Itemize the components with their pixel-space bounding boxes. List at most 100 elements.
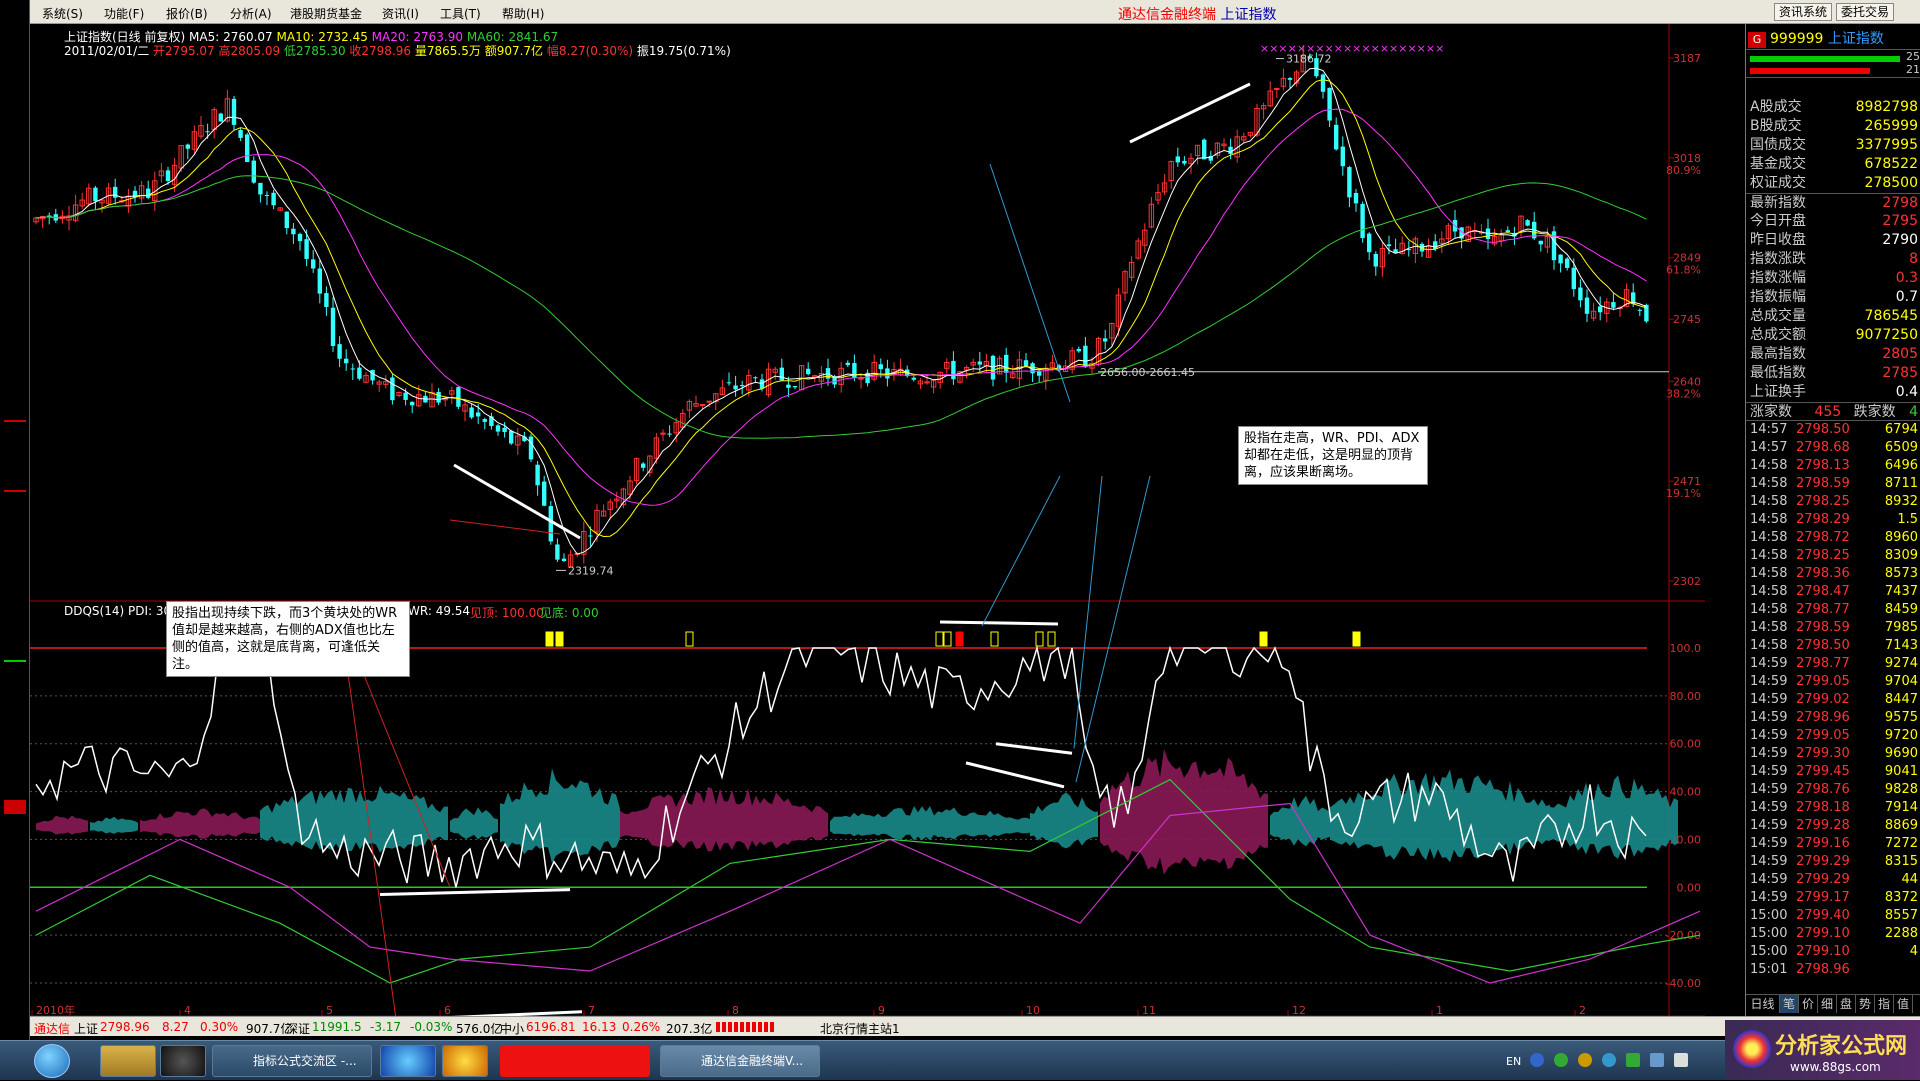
sub-tick-label: 100.0 [1670, 642, 1702, 655]
menu-news[interactable]: 资讯(I) [382, 5, 419, 22]
index-stats: A股成交 8982798 B股成交 265999 国债成交 3377995 基金成交 6785… [1746, 78, 1920, 402]
date-label: 2010年 [36, 1003, 75, 1016]
teal-cloud [260, 785, 448, 853]
strip-marker [4, 420, 26, 422]
panel-tab[interactable]: 日线 [1746, 995, 1780, 1013]
watermark-logo: 分析家公式网 www.88gs.com [1725, 1020, 1920, 1080]
candle-body-down [502, 427, 507, 432]
volume-icon[interactable] [1674, 1053, 1688, 1067]
menu-tools[interactable]: 工具(T) [440, 5, 481, 22]
tray-language[interactable]: EN [1506, 1055, 1521, 1068]
help-icon[interactable] [1530, 1053, 1544, 1067]
menu-analysis[interactable]: 分析(A) [230, 5, 272, 22]
pdi-top-trend [995, 742, 1073, 755]
tick-time: 14:58 [1750, 638, 1788, 653]
tray-icon[interactable] [1554, 1053, 1568, 1067]
panel-tab[interactable]: 值 [1894, 995, 1913, 1013]
taskbar-redacted-window[interactable] [500, 1045, 650, 1077]
status-sz-name: 深证 [286, 1022, 311, 1036]
taskbar-tdx-window[interactable]: 通达信金融终端V... [660, 1045, 820, 1077]
arrow-line [449, 519, 561, 535]
candle-body-down [509, 430, 514, 444]
network-icon[interactable] [1602, 1053, 1616, 1067]
stat-value: 265999 [1864, 118, 1918, 134]
candle-body-down [1347, 167, 1352, 198]
index-name: 上证指数 [1827, 31, 1884, 47]
candle-body-down [1076, 348, 1081, 352]
tick-time: 14:58 [1750, 494, 1788, 509]
menu-quote[interactable]: 报价(B) [166, 5, 208, 22]
signal-block [955, 631, 964, 647]
panel-tab[interactable]: 指 [1875, 995, 1894, 1013]
menu-help[interactable]: 帮助(H) [502, 5, 544, 22]
kline-chart-svg[interactable]: 3187301880.9%284961.8%2745264038.2%24711… [30, 24, 1705, 1016]
tick-volume: 7143 [1884, 638, 1918, 653]
tick-price: 2798.77 [1796, 656, 1850, 671]
candle-body-down [1505, 230, 1510, 233]
menu-hk-futures-funds[interactable]: 港股期货基金 [290, 5, 362, 22]
taskbar-forum-window[interactable]: 指标公式交流区 -... [212, 1045, 372, 1077]
tick-price: 2798.77 [1796, 602, 1850, 617]
start-button[interactable] [34, 1044, 70, 1078]
candle-body-down [753, 377, 758, 379]
news-system-button[interactable]: 资讯系统 [1774, 3, 1833, 21]
status-station[interactable]: 北京行情主站1 [820, 1020, 900, 1036]
shield-icon[interactable] [1626, 1053, 1640, 1067]
stat-label: 国债成交 [1750, 137, 1806, 153]
tick-price: 2799.10 [1796, 944, 1850, 959]
stat-row: 上证换手 0.4 [1746, 383, 1920, 402]
trade-button[interactable]: 委托交易 [1836, 3, 1895, 21]
panel-tab[interactable]: 盘 [1837, 995, 1856, 1013]
candle-body-up [1274, 87, 1280, 90]
tick-price: 2799.28 [1796, 818, 1850, 833]
ohlc-volume: 量7865.5万 [414, 44, 481, 58]
panel-tabs: 日线笔价细盘势指值 [1746, 994, 1920, 1014]
explorer-icon[interactable] [100, 1045, 156, 1077]
wr-top-trend [939, 620, 1059, 626]
status-zx-amt: 207.3亿 [666, 1022, 713, 1036]
stat-row: 指数涨幅 0.3 [1746, 269, 1920, 288]
price-trend-down [453, 463, 581, 540]
status-zx-price: 6196.81 [526, 1020, 576, 1034]
candle-body-down [93, 187, 98, 202]
candle-body-down [238, 130, 243, 138]
candle-body-down [291, 228, 296, 235]
tick-list[interactable]: 14:57 2798.50 6794 14:57 2798.68 6509 14:58 279… [1746, 421, 1920, 979]
stat-value: 678522 [1864, 156, 1918, 172]
tick-price: 2799.45 [1796, 764, 1850, 779]
panel-tab[interactable]: 笔 [1780, 995, 1799, 1013]
candle-body-down [495, 425, 501, 432]
tick-volume: 4 [1909, 944, 1918, 959]
candle-body-down [1373, 253, 1378, 267]
candle-body-down [733, 385, 738, 390]
bar-val-2: 21 [1906, 63, 1920, 76]
shield-icon[interactable] [1650, 1053, 1664, 1067]
ie-icon[interactable] [380, 1045, 436, 1077]
stat-row: 总成交额 9077250 [1746, 326, 1920, 345]
tray-icon[interactable] [1578, 1053, 1592, 1067]
tick-price: 2798.96 [1796, 962, 1850, 977]
media-icon[interactable] [160, 1045, 206, 1077]
candle-body-down [990, 355, 996, 380]
status-sz-pct: -0.03% [410, 1020, 453, 1034]
status-sh-price: 2798.96 [100, 1020, 150, 1034]
g-icon[interactable]: G [1748, 32, 1766, 48]
stat-value: 2795 [1882, 213, 1918, 229]
panel-tab[interactable]: 势 [1856, 995, 1875, 1013]
tick-row: 14:59 2799.29 44 [1746, 871, 1920, 889]
candle-body-down [403, 392, 408, 400]
tick-time: 15:01 [1750, 962, 1788, 977]
qq-icon[interactable] [442, 1045, 488, 1077]
panel-tab[interactable]: 价 [1799, 995, 1818, 1013]
menu-function[interactable]: 功能(F) [104, 5, 144, 22]
stat-value: 3377995 [1855, 137, 1918, 153]
menu-system[interactable]: 系统(S) [42, 5, 83, 22]
stat-label: B股成交 [1750, 118, 1802, 134]
candle-body-down [1103, 338, 1108, 342]
date-label: 4 [184, 1004, 191, 1016]
tick-row: 14:59 2799.16 7272 [1746, 835, 1920, 853]
sub-tick-label: 40.00 [1670, 786, 1702, 799]
signal-block [555, 631, 564, 647]
panel-tab[interactable]: 细 [1818, 995, 1837, 1013]
date-label: 9 [878, 1004, 885, 1016]
